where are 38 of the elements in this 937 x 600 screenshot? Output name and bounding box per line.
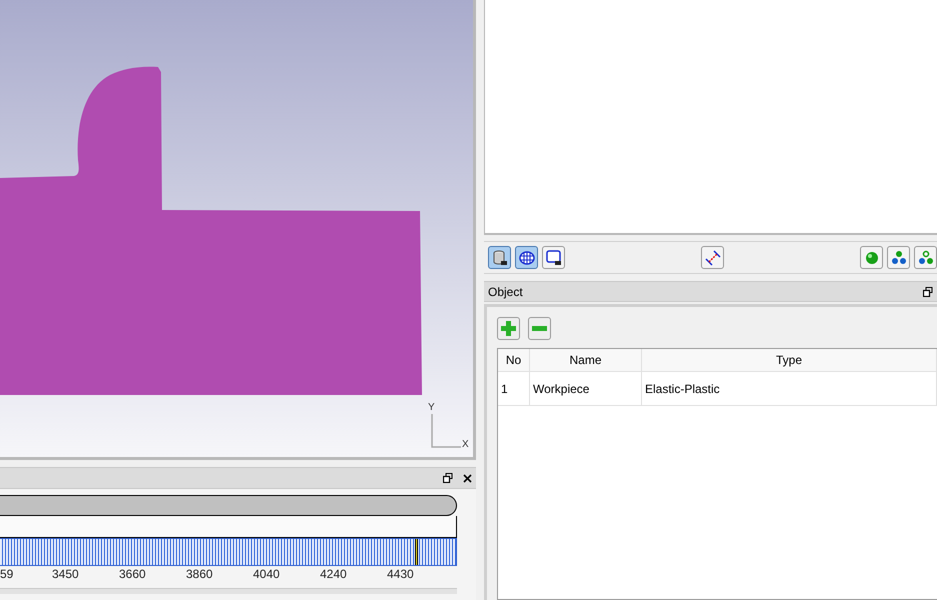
measure-icon: [704, 248, 722, 266]
table-cell: Elastic-Plastic: [642, 372, 937, 405]
monitor-icon: [546, 250, 562, 266]
column-header[interactable]: No: [498, 349, 530, 371]
grid-icon: [518, 250, 534, 266]
table-row[interactable]: 1 Workpiece Elastic-Plastic: [498, 372, 937, 406]
restore-icon[interactable]: [923, 286, 933, 296]
panel-title: Object: [488, 284, 523, 300]
table-cell: Workpiece: [530, 372, 642, 405]
sphere-icon: [864, 250, 878, 264]
toolbar-button[interactable]: [701, 246, 724, 269]
toolbar-button[interactable]: [515, 246, 538, 269]
plus-icon: [501, 321, 516, 336]
column-header[interactable]: Name: [530, 349, 642, 371]
minus-icon: [532, 326, 547, 332]
toolbar-button[interactable]: [542, 246, 565, 269]
tick-label: 4430: [387, 566, 415, 583]
tick-label: 4040: [253, 566, 281, 583]
column-header[interactable]: Type: [642, 349, 937, 371]
toolbar-button[interactable]: [488, 246, 511, 269]
axis-label: X: [462, 439, 469, 451]
tick-label: 4240: [320, 566, 348, 583]
tick-label: 59: [0, 566, 14, 583]
scrollbar[interactable]: [0, 588, 458, 594]
table-cell: 1: [498, 372, 530, 405]
axis-label: Y: [428, 401, 435, 415]
frame-strip[interactable]: [0, 538, 458, 566]
cylinder-icon: [492, 250, 508, 266]
spheres-icon: [918, 250, 934, 266]
tick-label: 3860: [186, 566, 214, 583]
restore-icon[interactable]: [443, 473, 454, 483]
frame-marker[interactable]: [415, 539, 418, 565]
axis-lines: [431, 414, 461, 448]
tick-label: 3660: [119, 566, 147, 583]
tick-label: 3450: [52, 566, 80, 583]
viewport[interactable]: Y X: [0, 0, 476, 460]
spheres-icon: [890, 250, 906, 266]
close-icon[interactable]: [463, 474, 472, 482]
